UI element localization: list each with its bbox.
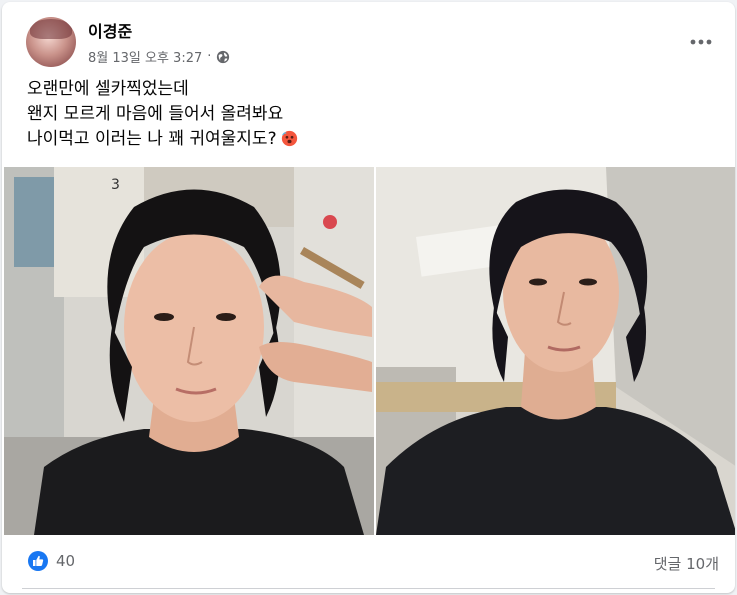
comments-count-link[interactable]: 댓글 10개: [654, 553, 719, 574]
hot-face-emoji: [281, 130, 297, 147]
like-icon: [28, 551, 48, 571]
post-photo-left[interactable]: 3: [4, 167, 374, 535]
reaction-count: 40: [56, 552, 76, 570]
caption-line: 왠지 모르게 마음에 들어서 올려봐요: [27, 104, 284, 124]
post-card: 이경준 8월 13일 오후 3:27 · 오랜만에 셀카찍었는데 왠지 모르게 …: [2, 2, 735, 593]
post-timestamp[interactable]: 8월 13일 오후 3:27: [88, 47, 202, 66]
globe-icon[interactable]: [216, 50, 230, 64]
caption-line: 나이먹고 이러는 나 꽤 귀여울지도?: [27, 129, 277, 149]
meta-separator: ·: [207, 49, 212, 64]
post-meta: 8월 13일 오후 3:27 ·: [88, 47, 230, 66]
svg-text:3: 3: [111, 177, 120, 193]
post-photo-right[interactable]: [376, 167, 735, 535]
avatar[interactable]: [26, 17, 76, 67]
reaction-summary[interactable]: 40: [28, 551, 75, 571]
caption-line-with-emoji: 나이먹고 이러는 나 꽤 귀여울지도?: [27, 127, 707, 152]
divider: [22, 588, 715, 589]
more-options-icon: [690, 39, 712, 45]
more-options-button[interactable]: [685, 26, 717, 58]
caption-line: 오랜만에 셀카찍었는데: [27, 79, 189, 99]
selfie-photo-left: 3: [4, 167, 374, 535]
post-caption: 오랜만에 셀카찍었는데 왠지 모르게 마음에 들어서 올려봐요 나이먹고 이러는…: [27, 77, 707, 152]
author-name[interactable]: 이경준: [88, 18, 132, 42]
selfie-photo-right: [376, 167, 735, 535]
